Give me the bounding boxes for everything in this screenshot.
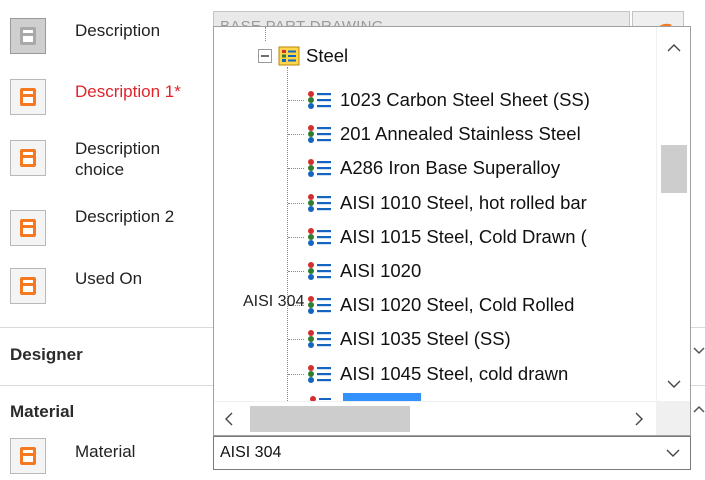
save-icon	[20, 447, 36, 465]
material-section-header[interactable]: Material	[10, 402, 74, 422]
material-library-icon	[278, 46, 300, 66]
save-button-description-2[interactable]	[10, 210, 46, 246]
tree-item[interactable]: AISI 1020 Steel, Cold Rolled	[306, 288, 574, 322]
tree-group-label: Steel	[306, 45, 349, 66]
tree-connector	[288, 100, 304, 101]
tree-group-steel[interactable]: Steel	[258, 39, 348, 73]
description-2-label: Description 2	[75, 207, 175, 226]
save-icon	[20, 27, 36, 45]
tree-item[interactable]: AISI 1015 Steel, Cold Drawn (	[306, 220, 587, 254]
material-label: Material	[75, 442, 136, 461]
description-1-label: Description 1*	[75, 82, 181, 101]
tree-connector	[288, 134, 304, 136]
tree-connector	[288, 202, 304, 204]
tree-item-label: AISI 1020	[340, 260, 422, 281]
material-icon	[308, 193, 331, 212]
save-button-description[interactable]	[10, 18, 46, 54]
scroll-right-icon[interactable]	[634, 412, 644, 426]
tree-item-label: AISI 1010 Steel, hot rolled bar	[340, 191, 587, 213]
tree-item[interactable]: AISI 1045 Steel, cold drawn	[306, 357, 568, 391]
tree-connector	[288, 373, 304, 375]
tree-item[interactable]: 1023 Carbon Steel Sheet (SS)	[306, 83, 590, 117]
tree-item-label: 1023 Carbon Steel Sheet (SS)	[340, 89, 590, 110]
used-on-label: Used On	[75, 269, 143, 288]
vertical-scrollbar[interactable]	[656, 27, 690, 401]
save-button-description-1[interactable]	[10, 79, 46, 115]
material-icon	[308, 125, 331, 144]
material-icon	[308, 296, 331, 315]
scroll-up-icon[interactable]	[667, 43, 681, 53]
material-value: AISI 304	[220, 444, 282, 461]
horizontal-scroll-thumb[interactable]	[250, 406, 410, 432]
tree-item-label: AISI 1045 Steel, cold drawn	[340, 362, 569, 384]
tree-item[interactable]: 201 Annealed Stainless Steel	[306, 117, 581, 151]
description-choice-label: Description choice	[75, 139, 161, 179]
scroll-down-icon[interactable]	[667, 379, 681, 389]
material-icon	[308, 364, 331, 383]
material-icon	[308, 330, 331, 349]
tree-item[interactable]: AISI 1010 Steel, hot rolled bar	[306, 186, 587, 220]
save-button-description-choice[interactable]	[10, 140, 46, 176]
tree-item-label: AISI 1015 Steel, Cold Drawn (	[340, 225, 587, 247]
tree-connector	[288, 271, 304, 272]
material-combobox[interactable]: AISI 304	[213, 436, 691, 470]
tree-item[interactable]: AISI 1035 Steel (SS)	[306, 322, 511, 356]
tree-item-label: 201 Annealed Stainless Steel	[340, 123, 581, 145]
tree-connector	[288, 168, 304, 170]
save-button-material[interactable]	[10, 438, 46, 474]
material-icon	[308, 91, 331, 109]
horizontal-scrollbar[interactable]	[214, 401, 656, 435]
save-button-used-on[interactable]	[10, 268, 46, 304]
material-icon	[308, 227, 331, 246]
tree-item[interactable]: AISI 1020	[306, 254, 421, 288]
tree-item[interactable]: A286 Iron Base Superalloy	[306, 151, 560, 185]
collapse-icon[interactable]	[258, 49, 272, 63]
save-icon	[20, 219, 36, 237]
chevron-down-icon[interactable]	[693, 345, 705, 357]
material-icon	[308, 262, 331, 280]
tree-item-label: AISI 1035 Steel (SS)	[340, 328, 511, 350]
save-icon	[20, 149, 36, 167]
tree-item-selected-label: AISI 304	[243, 293, 305, 310]
tree-connector	[288, 339, 304, 341]
chevron-up-icon[interactable]	[693, 404, 705, 416]
tree-item-label: AISI 1020 Steel, Cold Rolled	[340, 294, 575, 316]
tree-item-label: A286 Iron Base Superalloy	[340, 157, 561, 179]
tree-connector	[288, 236, 304, 238]
material-icon	[308, 159, 331, 178]
chevron-down-icon[interactable]	[666, 446, 680, 460]
description-label: Description	[75, 21, 161, 40]
vertical-scroll-thumb[interactable]	[661, 145, 687, 193]
save-icon	[20, 277, 36, 295]
save-icon	[20, 88, 36, 106]
scroll-left-icon[interactable]	[224, 412, 234, 426]
material-dropdown-tree[interactable]: Steel 1023 Carbon Steel Sheet (SS) 201 An…	[213, 26, 691, 436]
scrollbar-corner	[656, 401, 690, 435]
designer-section-header[interactable]: Designer	[10, 345, 83, 365]
